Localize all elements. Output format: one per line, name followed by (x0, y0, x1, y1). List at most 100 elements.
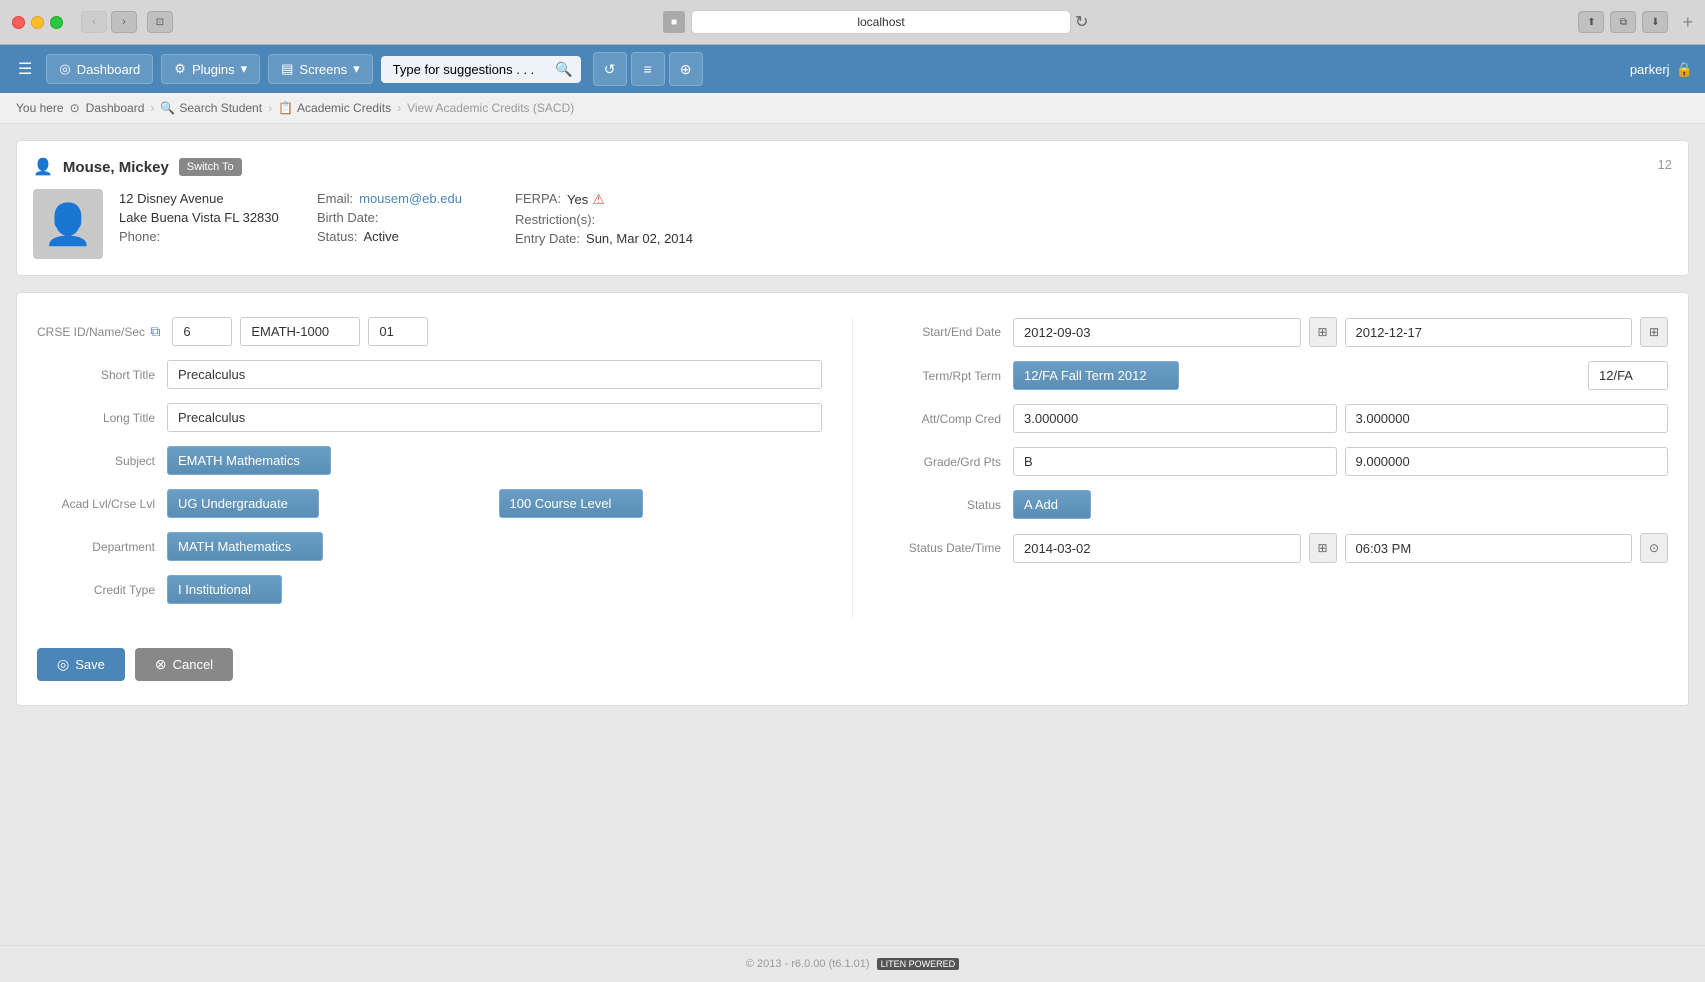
academic-credits-icon: 📋 (278, 101, 293, 115)
save-button[interactable]: ◎ Save (37, 648, 125, 681)
grade-pts-row: Grade/Grd Pts (883, 447, 1668, 476)
cancel-button[interactable]: ⊗ Cancel (135, 648, 233, 681)
start-end-date-label: Start/End Date (883, 325, 1013, 339)
back-button[interactable]: ‹ (81, 11, 107, 33)
download-button[interactable]: ⬇ (1642, 11, 1668, 33)
start-date-calendar-icon[interactable]: ⊞ (1309, 317, 1337, 347)
email-label: Email: (317, 191, 353, 206)
screens-nav-button[interactable]: ▤ Screens ▾ (268, 54, 373, 84)
status-time-clock-icon[interactable]: ⊙ (1640, 533, 1668, 563)
status-label: Status: (317, 229, 357, 244)
subject-select[interactable]: EMATH Mathematics (167, 446, 331, 475)
subject-label: Subject (37, 454, 167, 468)
window-actions: ⬆ ⧉ ⬇ (1578, 11, 1668, 33)
minimize-button[interactable] (31, 16, 44, 29)
start-date-input[interactable] (1013, 318, 1301, 347)
save-label: Save (75, 657, 105, 672)
tab-icon: ■ (663, 11, 685, 33)
status-select[interactable]: A Add (1013, 490, 1091, 519)
address-line1-row: 12 Disney Avenue (119, 189, 297, 208)
att-comp-controls (1013, 404, 1668, 433)
crse-name-input[interactable] (240, 317, 360, 346)
contact-col: Email: mousem@eb.edu Birth Date: Status:… (317, 189, 495, 259)
search-input[interactable] (381, 56, 581, 83)
breadcrumb-academic-credits[interactable]: 📋 Academic Credits (278, 101, 391, 115)
breadcrumb-sep-1: › (150, 101, 154, 115)
new-tab-button[interactable]: + (1682, 12, 1693, 33)
term-select[interactable]: 12/FA Fall Term 2012 (1013, 361, 1179, 390)
end-date-input[interactable] (1345, 318, 1633, 347)
list-icon-button[interactable]: ≡ (631, 52, 665, 86)
refresh-icon-button[interactable]: ↺ (593, 52, 627, 86)
url-bar[interactable]: localhost (691, 10, 1071, 34)
cancel-label: Cancel (173, 657, 213, 672)
department-select[interactable]: MATH Mathematics (167, 532, 323, 561)
status-time-input[interactable] (1345, 534, 1633, 563)
you-here-label: You here (16, 101, 64, 115)
crse-id-input[interactable] (172, 317, 232, 346)
user-area[interactable]: parkerj 🔒 (1630, 61, 1693, 78)
restrictions-row: Restriction(s): (515, 210, 693, 229)
department-row: Department MATH Mathematics (37, 532, 822, 561)
maximize-button[interactable] (50, 16, 63, 29)
breadcrumb: You here ⊙ Dashboard › 🔍 Search Student … (0, 93, 1705, 124)
ferpa-col: FERPA: Yes ⚠ Restriction(s): Entry Date:… (515, 189, 693, 259)
copy-icon[interactable]: ⧉ (150, 323, 160, 339)
sidebar-toggle-button[interactable]: ⊡ (147, 11, 173, 33)
crse-sec-input[interactable] (368, 317, 428, 346)
acad-lvl-select[interactable]: UG Undergraduate (167, 489, 319, 518)
subject-row: Subject EMATH Mathematics (37, 446, 822, 475)
ferpa-warning-icon: ⚠ (592, 191, 605, 208)
copyright-text: © 2013 - r6.0.00 (t6.1.01) (746, 958, 870, 970)
att-input[interactable] (1013, 404, 1337, 433)
status-date-calendar-icon[interactable]: ⊞ (1309, 533, 1337, 563)
end-date-calendar-icon[interactable]: ⊞ (1640, 317, 1668, 347)
forward-button[interactable]: › (111, 11, 137, 33)
status-date-label: Status Date/Time (883, 541, 1013, 555)
crse-id-controls (172, 317, 822, 346)
comp-input[interactable] (1345, 404, 1669, 433)
avatar-icon: 👤 (43, 201, 93, 248)
grade-input[interactable] (1013, 447, 1337, 476)
credit-type-select[interactable]: I Institutional (167, 575, 282, 604)
share-button[interactable]: ⬆ (1578, 11, 1604, 33)
short-title-label: Short Title (37, 368, 167, 382)
form-actions: ◎ Save ⊗ Cancel (37, 638, 1668, 681)
breadcrumb-sep-3: › (397, 101, 401, 115)
restrictions-label: Restriction(s): (515, 212, 595, 227)
search-icon-button[interactable]: 🔍 (555, 61, 572, 78)
crse-lvl-select[interactable]: 100 Course Level (499, 489, 643, 518)
switch-to-button[interactable]: Switch To (179, 158, 242, 176)
breadcrumb-search-student[interactable]: 🔍 Search Student (160, 101, 262, 115)
short-title-input[interactable] (167, 360, 822, 389)
long-title-input[interactable] (167, 403, 822, 432)
status-date-input[interactable] (1013, 534, 1301, 563)
student-header: 👤 Mouse, Mickey Switch To (33, 157, 1672, 177)
acad-lvl-controls: UG Undergraduate 100 Course Level (167, 489, 822, 518)
reload-button[interactable]: ↻ (1075, 12, 1088, 32)
home-icon: ⊙ (70, 101, 80, 115)
plugins-chevron-icon: ▾ (241, 61, 248, 77)
globe-icon-button[interactable]: ⊕ (669, 52, 703, 86)
credit-type-controls: I Institutional (167, 575, 822, 604)
fullscreen-button[interactable]: ⧉ (1610, 11, 1636, 33)
search-container: 🔍 (381, 56, 581, 83)
student-card: 👤 Mouse, Mickey Switch To 👤 12 Disney Av… (16, 140, 1689, 276)
breadcrumb-dashboard[interactable]: Dashboard (86, 101, 145, 115)
dashboard-nav-button[interactable]: ◎ Dashboard (46, 54, 153, 84)
hamburger-menu-button[interactable]: ☰ (12, 53, 38, 85)
breadcrumb-sep-2: › (268, 101, 272, 115)
plugins-nav-button[interactable]: ⚙ Plugins ▾ (161, 54, 260, 84)
email-link[interactable]: mousem@eb.edu (359, 191, 462, 206)
close-button[interactable] (12, 16, 25, 29)
grd-pts-input[interactable] (1345, 447, 1669, 476)
acad-lvl-select-wrapper: UG Undergraduate (167, 489, 491, 518)
rpt-term-input[interactable] (1588, 361, 1668, 390)
grade-pts-controls (1013, 447, 1668, 476)
address-col: 12 Disney Avenue Lake Buena Vista FL 328… (119, 189, 297, 259)
ferpa-label: FERPA: (515, 191, 561, 208)
status-date-controls: ⊞ ⊙ (1013, 533, 1668, 563)
credit-type-label: Credit Type (37, 583, 167, 597)
entry-date-label: Entry Date: (515, 231, 580, 246)
header-icons: ↺ ≡ ⊕ (593, 52, 703, 86)
